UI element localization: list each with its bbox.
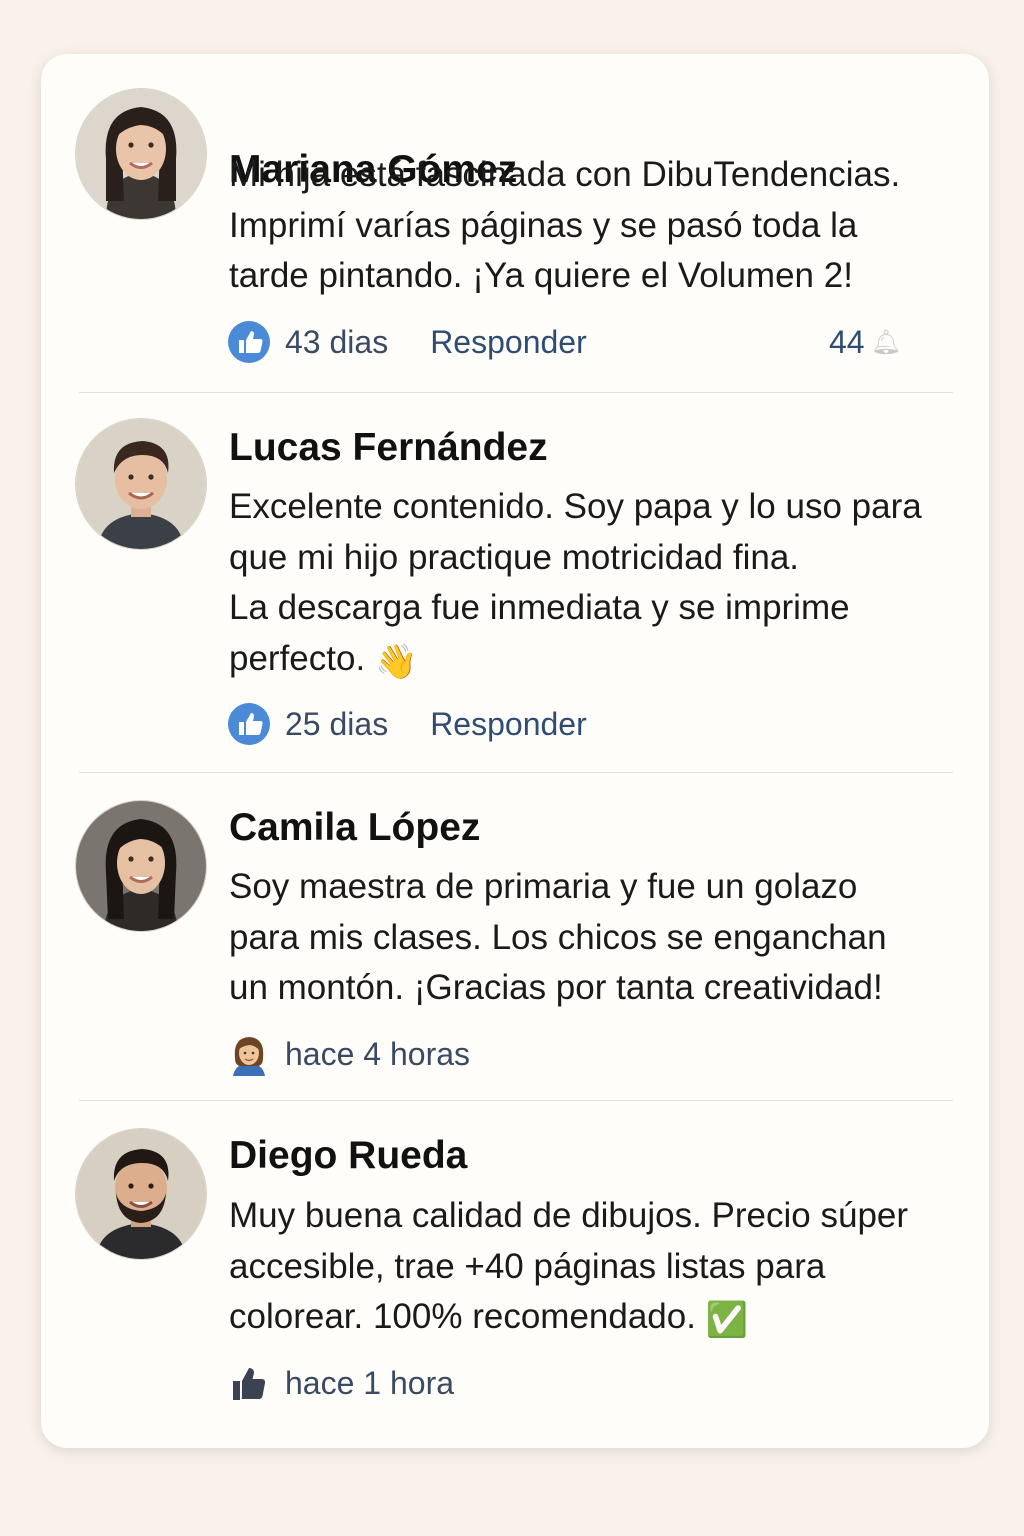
comment-line: colorear. 100% recomendado. ✅ xyxy=(229,1292,969,1346)
comment-line: Soy maestra de primaria y fue un golazo xyxy=(229,867,858,906)
check-mark-icon: ✅ xyxy=(705,1301,749,1339)
comment-line: perfecto. 👋 xyxy=(229,634,969,688)
divider xyxy=(79,1100,953,1101)
comment-text: Muy buena calidad de dibujos. Precio súp… xyxy=(229,1191,969,1346)
reply-link[interactable]: Responder xyxy=(430,324,587,361)
thumbs-up-blue-icon[interactable] xyxy=(227,320,271,364)
comment-line-text: colorear. 100% recomendado. xyxy=(229,1297,696,1336)
comment-time: hace 1 hora xyxy=(285,1364,455,1401)
bell-icon[interactable]: 🔔︎ xyxy=(871,328,901,357)
comment-time: 25 dias xyxy=(285,705,389,742)
comments-card: Mariana Gómez Mi hija está fascinada con… xyxy=(41,54,989,1448)
comment-line: Imprimí varías páginas y se pasó toda la xyxy=(229,205,858,245)
avatar[interactable] xyxy=(75,418,207,550)
comment-text: Soy maestra de primaria y fue un golazo … xyxy=(229,862,969,1014)
commenter-name[interactable]: Camila López xyxy=(229,806,480,850)
comment-meta: 43 dias Responder xyxy=(227,318,587,366)
thumbs-up-blue-icon[interactable] xyxy=(227,702,271,746)
comment-line: accesible, trae +40 páginas listas para xyxy=(229,1246,826,1286)
comment-time: hace 4 horas xyxy=(285,1035,471,1072)
comment-line-text: perfecto. xyxy=(229,638,366,678)
comment-meta: hace 4 horas xyxy=(227,1030,512,1078)
comment-line: Excelente contenido. Soy papa y lo uso p… xyxy=(229,487,922,526)
avatar[interactable] xyxy=(75,800,207,932)
commenter-name[interactable]: Diego Rueda xyxy=(229,1134,467,1178)
comment-text: Mi hija está fascinada con DibuTendencia… xyxy=(229,150,969,302)
comment-line: La descarga fue inmediata y se imprime xyxy=(229,588,850,627)
commenter-name[interactable]: Lucas Fernández xyxy=(229,426,548,470)
woman-emoji-icon[interactable] xyxy=(227,1032,271,1076)
reply-link[interactable]: Responder xyxy=(430,706,587,743)
comment-line: para mis clases. Los chicos se enganchan xyxy=(229,917,887,957)
thumbs-up-dark-icon[interactable] xyxy=(227,1361,271,1405)
comment-meta: hace 1 hora xyxy=(227,1359,496,1407)
like-count-value: 44 xyxy=(829,324,865,360)
comment-line: un montón. ¡Gracias por tanta creativida… xyxy=(229,968,883,1007)
divider xyxy=(79,772,953,773)
comment-time: 43 dias xyxy=(285,323,389,360)
comment-text: Excelente contenido. Soy papa y lo uso p… xyxy=(229,482,969,687)
comment-line: Muy buena calidad de dibujos. Precio súp… xyxy=(229,1196,909,1235)
comment-line: tarde pintando. ¡Ya quiere el Volumen 2! xyxy=(229,256,853,295)
comment-line: que mi hijo practique motricidad fina. xyxy=(229,537,800,577)
comment-line: Mi hija está fascinada con DibuTendencia… xyxy=(229,155,901,194)
comment-meta: 25 dias Responder xyxy=(227,700,587,748)
avatar[interactable] xyxy=(75,1128,207,1260)
divider xyxy=(79,392,953,393)
avatar[interactable] xyxy=(75,88,207,220)
like-count: 44 🔔︎ xyxy=(829,324,901,361)
waving-hand-icon: 👋 xyxy=(374,642,418,681)
